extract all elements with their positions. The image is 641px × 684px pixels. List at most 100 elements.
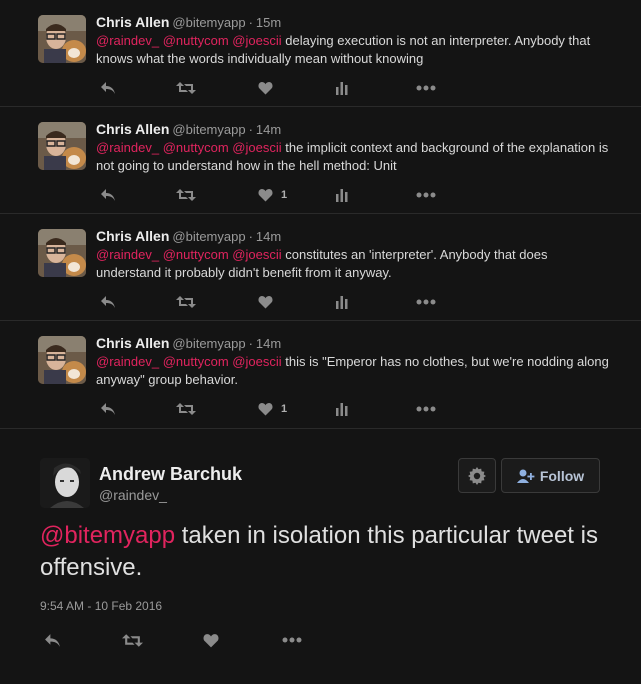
mention-link[interactable]: @bitemyapp [40,522,175,549]
mention-link[interactable]: @joescii [232,354,281,369]
tweet-text: @raindev_ @nuttycom @joescii the implici… [96,139,616,175]
author-handle[interactable]: @raindev_ [99,487,167,503]
like-button[interactable] [258,78,281,98]
mention-link[interactable]: @nuttycom [163,140,229,155]
avatar[interactable] [38,15,86,63]
mention-link[interactable]: @nuttycom [163,247,229,262]
reply-button[interactable] [100,78,116,98]
tweet-header: Chris Allen @bitemyapp · 14m [96,228,281,244]
tweet-text: @bitemyapp taken in isolation this parti… [40,520,600,584]
mention-link[interactable]: @raindev_ [96,140,159,155]
tweet[interactable]: Chris Allen @bitemyapp · 15m @raindev_ @nut… [0,0,641,107]
heart-icon [203,633,219,647]
retweet-button[interactable] [176,78,196,98]
timestamp[interactable]: 9:54 AM - 10 Feb 2016 [40,599,162,613]
author-name[interactable]: Chris Allen [96,228,169,244]
tweet[interactable]: Chris Allen @bitemyapp · 14m @raindev_ @nut… [0,214,641,321]
timestamp[interactable]: 14m [256,122,281,137]
tweet-text: @raindev_ @nuttycom @joescii delaying ex… [96,32,616,68]
tweet[interactable]: Chris Allen @bitemyapp · 14m @raindev_ @nut… [0,321,641,429]
heart-icon [258,296,273,309]
author-handle[interactable]: @bitemyapp [172,229,245,244]
tweet-actions: 1 [96,399,456,419]
mention-link[interactable]: @joescii [232,247,281,262]
tweet-actions [40,629,340,651]
like-count: 1 [281,403,288,415]
more-icon [416,85,436,91]
more-icon [282,637,302,643]
more-button[interactable] [416,185,436,205]
analytics-button[interactable] [336,292,348,312]
retweet-button[interactable] [122,629,143,651]
reply-icon [101,82,115,94]
analytics-icon [336,296,348,309]
avatar[interactable] [38,229,86,277]
retweet-icon [122,633,143,647]
reply-button[interactable] [100,399,116,419]
analytics-icon [336,82,348,95]
mention-link[interactable]: @nuttycom [163,33,229,48]
tweet-header: Chris Allen @bitemyapp · 14m [96,335,281,351]
retweet-button[interactable] [176,185,196,205]
retweet-icon [176,403,196,415]
tweet-actions [96,292,456,312]
separator: · [248,122,253,137]
more-button[interactable] [416,292,436,312]
like-button[interactable]: 1 [258,399,287,419]
like-button[interactable] [203,629,219,651]
analytics-icon [336,403,348,416]
tweet[interactable]: Chris Allen @bitemyapp · 14m @raindev_ @nut… [0,107,641,214]
heart-icon [258,189,273,202]
mention-link[interactable]: @raindev_ [96,354,159,369]
more-icon [416,192,436,198]
mention-link[interactable]: @raindev_ [96,247,159,262]
timestamp[interactable]: 15m [256,15,281,30]
like-button[interactable] [258,292,281,312]
author-name[interactable]: Andrew Barchuk [99,464,242,485]
analytics-button[interactable] [336,399,348,419]
author-name[interactable]: Chris Allen [96,14,169,30]
like-count: 1 [281,189,288,201]
tweet-header: Chris Allen @bitemyapp · 15m [96,14,281,30]
analytics-button[interactable] [336,185,348,205]
mention-link[interactable]: @joescii [232,140,281,155]
mention-link[interactable]: @joescii [232,33,281,48]
retweet-icon [176,82,196,94]
author-name[interactable]: Chris Allen [96,121,169,137]
author-name[interactable]: Chris Allen [96,335,169,351]
tweet-actions [96,78,456,98]
more-button[interactable] [416,399,436,419]
more-icon [416,406,436,412]
separator: · [248,229,253,244]
like-button[interactable]: 1 [258,185,287,205]
author-handle[interactable]: @bitemyapp [172,122,245,137]
follow-button[interactable]: Follow [501,458,600,493]
reply-button[interactable] [100,185,116,205]
avatar[interactable] [38,336,86,384]
reply-icon [101,403,115,415]
avatar[interactable] [40,458,90,508]
mention-link[interactable]: @nuttycom [163,354,229,369]
timestamp[interactable]: 14m [256,229,281,244]
reply-button[interactable] [44,629,61,651]
mention-link[interactable]: @raindev_ [96,33,159,48]
author-handle[interactable]: @bitemyapp [172,15,245,30]
avatar[interactable] [38,122,86,170]
heart-icon [258,82,273,95]
reply-button[interactable] [100,292,116,312]
retweet-icon [176,189,196,201]
settings-button[interactable] [458,458,496,493]
more-button[interactable] [416,78,436,98]
analytics-button[interactable] [336,78,348,98]
focused-tweet: Andrew Barchuk @raindev_ Follow @bitemya… [0,429,641,684]
tweet-header: Chris Allen @bitemyapp · 14m [96,121,281,137]
gear-icon [468,466,486,485]
more-button[interactable] [282,629,302,651]
author-handle[interactable]: @bitemyapp [172,336,245,351]
timestamp[interactable]: 14m [256,336,281,351]
tweet-text: @raindev_ @nuttycom @joescii this is "Em… [96,353,616,389]
retweet-button[interactable] [176,399,196,419]
more-icon [416,299,436,305]
follow-label: Follow [539,467,585,484]
retweet-button[interactable] [176,292,196,312]
